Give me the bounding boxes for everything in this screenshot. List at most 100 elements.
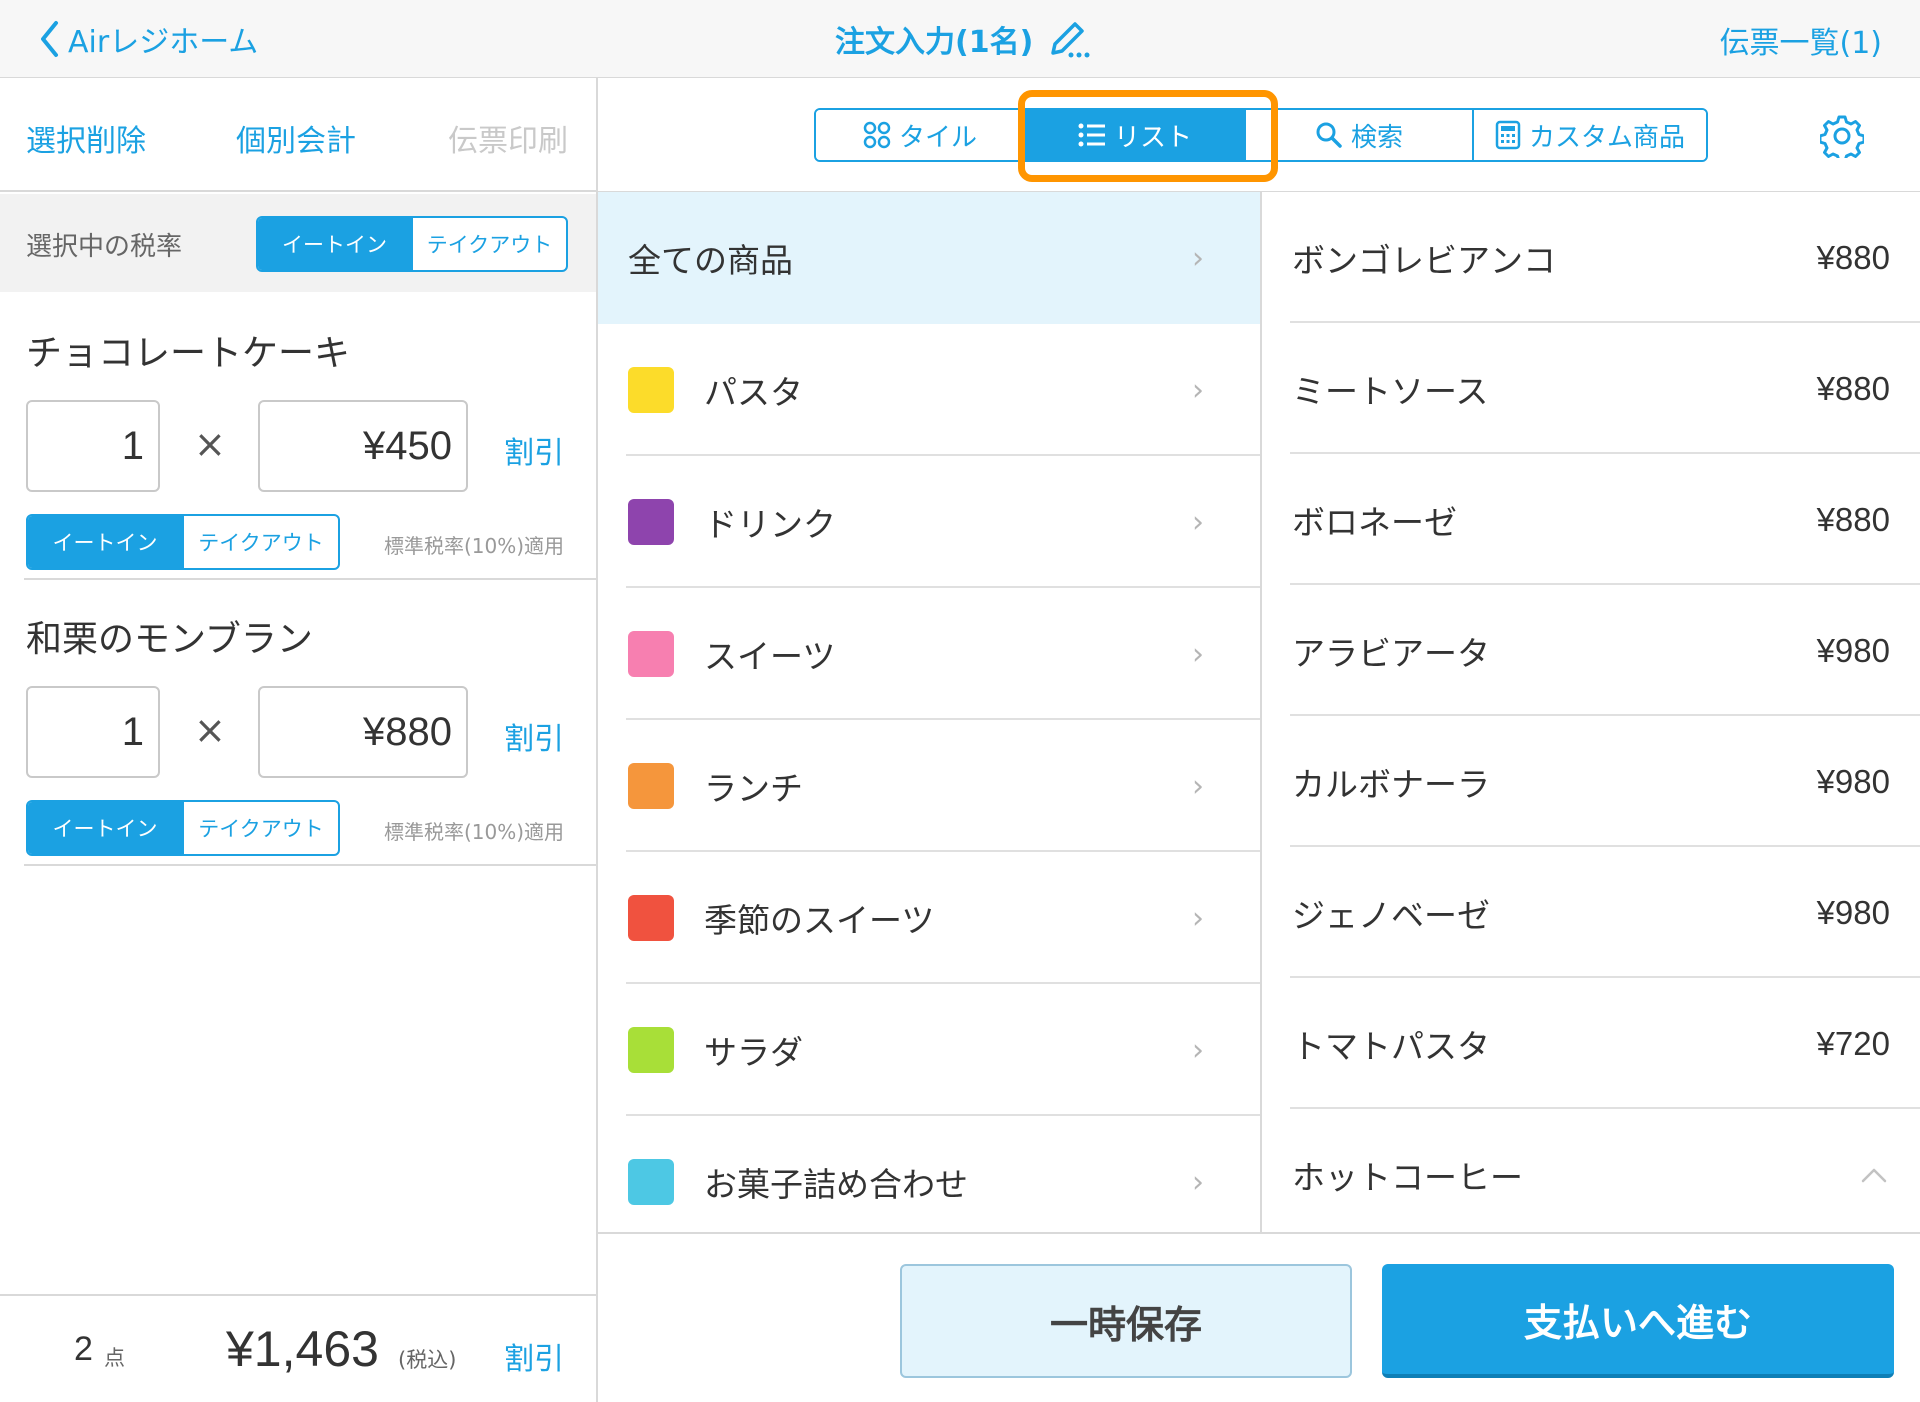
category-label: スイーツ	[704, 637, 836, 676]
category-color-swatch	[628, 1027, 674, 1073]
product-price: ¥980	[1816, 762, 1890, 800]
order-item[interactable]: 和栗のモンブラン 1 × ¥880 割引 イートイン テイクアウト 標準税率(1…	[0, 580, 596, 870]
category-list: 全ての商品 › パスタ › ドリンク › スイーツ › ランチ › 季節のスイー…	[598, 192, 1262, 1232]
category-label: パスタ	[704, 373, 803, 412]
eat-in-option[interactable]: イートイン	[258, 218, 411, 270]
product-price: ¥880	[1816, 500, 1890, 538]
print-slip-button[interactable]: 伝票印刷	[448, 116, 568, 160]
search-icon	[1315, 121, 1343, 149]
chevron-right-icon: ›	[1192, 504, 1204, 540]
discount-button[interactable]: 割引	[504, 428, 564, 472]
take-out-option[interactable]: テイクアウト	[182, 802, 338, 854]
product-item[interactable]: カルボナーラ ¥980	[1264, 716, 1920, 847]
tax-included-label: (税込)	[398, 1348, 457, 1372]
tab-tile[interactable]: タイル	[816, 110, 1024, 160]
category-item[interactable]: お菓子詰め合わせ ›	[598, 1116, 1260, 1232]
category-color-swatch	[628, 499, 674, 545]
category-label: サラダ	[704, 1033, 803, 1072]
checkout-bar: 一時保存 支払いへ進む	[598, 1232, 1920, 1402]
category-item[interactable]: パスタ ›	[598, 324, 1260, 456]
item-name: 和栗のモンブラン	[26, 619, 313, 660]
settings-button[interactable]	[1818, 114, 1866, 163]
product-name: ボンゴレビアンコ	[1292, 240, 1556, 280]
category-item[interactable]: スイーツ ›	[598, 588, 1260, 720]
item-tax-toggle[interactable]: イートイン テイクアウト	[26, 800, 340, 856]
product-price: ¥720	[1816, 1024, 1890, 1062]
category-item[interactable]: 季節のスイーツ ›	[598, 852, 1260, 984]
product-price: ¥980	[1816, 893, 1890, 931]
product-name: カルボナーラ	[1292, 764, 1490, 804]
proceed-to-payment-button[interactable]: 支払いへ進む	[1382, 1264, 1894, 1378]
tax-rate-toggle[interactable]: イートイン テイクアウト	[256, 216, 568, 272]
product-name: ミートソース	[1292, 371, 1489, 411]
product-item[interactable]: トマトパスタ ¥720	[1264, 978, 1920, 1109]
order-panel: 選択削除 個別会計 伝票印刷 選択中の税率 イートイン テイクアウト チョコレー…	[0, 78, 598, 1402]
calculator-icon	[1495, 120, 1521, 150]
order-total-bar: 2 点 ¥1,463 (税込) 割引	[0, 1294, 596, 1402]
total-discount-button[interactable]: 割引	[504, 1334, 564, 1378]
take-out-option[interactable]: テイクアウト	[182, 516, 338, 568]
product-name: ボロネーゼ	[1292, 502, 1457, 542]
order-actions: 選択削除 個別会計 伝票印刷	[0, 78, 596, 192]
product-item[interactable]: アラビアータ ¥980	[1264, 585, 1920, 716]
divider	[24, 864, 598, 866]
tax-note: 標準税率(10%)適用	[384, 820, 565, 844]
temporary-save-button[interactable]: 一時保存	[900, 1264, 1352, 1378]
order-title[interactable]: 注文入力(1名)	[835, 14, 1093, 64]
chevron-right-icon: ›	[1192, 636, 1204, 672]
product-name: ホットコーヒー	[1292, 1157, 1523, 1197]
product-item[interactable]: ボンゴレビアンコ ¥880	[1264, 192, 1920, 323]
slip-list-link[interactable]: 伝票一覧(1)	[1720, 18, 1883, 62]
product-name: ジェノベーゼ	[1292, 895, 1490, 935]
price-field[interactable]: ¥880	[258, 686, 468, 778]
tab-search[interactable]: 検索	[1244, 110, 1472, 160]
page-title: 注文入力(1名)	[835, 25, 1034, 60]
product-item[interactable]: ボロネーゼ ¥880	[1264, 454, 1920, 585]
category-color-swatch	[628, 763, 674, 809]
product-price: ¥980	[1816, 631, 1890, 669]
eat-in-option[interactable]: イートイン	[28, 802, 182, 854]
order-total: ¥1,463	[226, 1321, 379, 1377]
tab-search-label: 検索	[1350, 122, 1403, 153]
quantity-field[interactable]: 1	[26, 400, 160, 492]
take-out-option[interactable]: テイクアウト	[411, 218, 566, 270]
product-list: ボンゴレビアンコ ¥880 ミートソース ¥880 ボロネーゼ ¥880 アラビ…	[1264, 192, 1920, 1232]
category-color-swatch	[628, 895, 674, 941]
product-name: アラビアータ	[1292, 633, 1490, 673]
chevron-right-icon: ›	[1192, 240, 1204, 276]
category-all-products[interactable]: 全ての商品 ›	[598, 192, 1260, 324]
item-count-unit: 点	[104, 1346, 125, 1370]
multiply-sign: ×	[194, 708, 226, 752]
eat-in-option[interactable]: イートイン	[28, 516, 182, 568]
product-price: ¥880	[1816, 238, 1890, 276]
category-item[interactable]: ドリンク ›	[598, 456, 1260, 588]
tab-custom-product[interactable]: カスタム商品	[1472, 110, 1706, 160]
delete-selected-button[interactable]: 選択削除	[26, 116, 146, 160]
highlight-outline	[1018, 90, 1278, 182]
chevron-right-icon: ›	[1192, 1164, 1204, 1200]
tax-note: 標準税率(10%)適用	[384, 534, 565, 558]
category-label: ランチ	[704, 769, 803, 808]
chevron-right-icon: ›	[1192, 768, 1204, 804]
quantity-field[interactable]: 1	[26, 686, 160, 778]
product-price: ¥880	[1816, 369, 1890, 407]
category-item[interactable]: ランチ ›	[598, 720, 1260, 852]
category-color-swatch	[628, 631, 674, 677]
chevron-up-icon[interactable]	[1860, 1166, 1888, 1184]
category-item[interactable]: サラダ ›	[598, 984, 1260, 1116]
category-color-swatch	[628, 367, 674, 413]
back-button[interactable]: Airレジホーム	[38, 14, 258, 64]
discount-button[interactable]: 割引	[504, 714, 564, 758]
product-item[interactable]: ホットコーヒー	[1264, 1109, 1920, 1232]
split-bill-button[interactable]: 個別会計	[236, 116, 356, 160]
order-item[interactable]: チョコレートケーキ 1 × ¥450 割引 イートイン テイクアウト 標準税率(…	[0, 292, 596, 582]
grid-icon	[863, 121, 891, 149]
category-label: お菓子詰め合わせ	[704, 1165, 968, 1204]
item-tax-toggle[interactable]: イートイン テイクアウト	[26, 514, 340, 570]
gear-icon	[1818, 115, 1866, 163]
product-item[interactable]: ジェノベーゼ ¥980	[1264, 847, 1920, 978]
price-field[interactable]: ¥450	[258, 400, 468, 492]
item-count: 2	[74, 1330, 93, 1368]
product-item[interactable]: ミートソース ¥880	[1264, 323, 1920, 454]
chevron-right-icon: ›	[1192, 372, 1204, 408]
